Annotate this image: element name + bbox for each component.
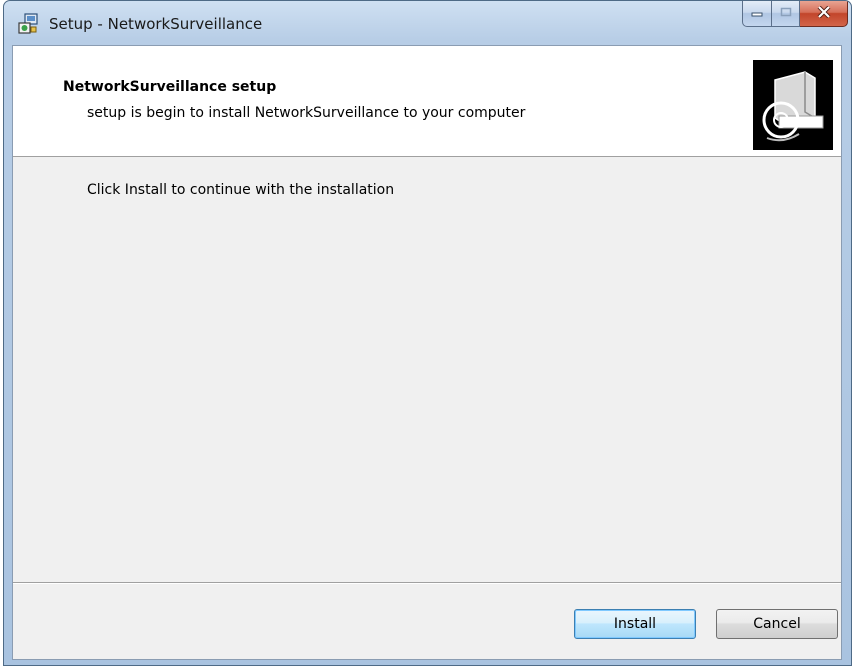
- close-button[interactable]: [800, 1, 848, 27]
- header-title: NetworkSurveillance setup: [63, 79, 277, 95]
- setup-window: Setup - NetworkSurveillance NetworkSurve…: [3, 0, 852, 666]
- title-bar[interactable]: Setup - NetworkSurveillance: [4, 1, 851, 45]
- header-subtitle: setup is begin to install NetworkSurveil…: [87, 105, 526, 121]
- install-button[interactable]: Install: [574, 609, 696, 639]
- instruction-text: Click Install to continue with the insta…: [87, 182, 395, 198]
- cancel-button[interactable]: Cancel: [716, 609, 838, 639]
- setup-app-icon: [17, 13, 39, 35]
- close-icon: [817, 5, 831, 22]
- maximize-icon: [780, 6, 792, 21]
- window-title: Setup - NetworkSurveillance: [49, 15, 263, 33]
- caption-buttons: [742, 1, 848, 27]
- maximize-button[interactable]: [772, 1, 800, 27]
- minimize-button[interactable]: [742, 1, 772, 27]
- wizard-content: NetworkSurveillance setup setup is begin…: [12, 45, 842, 660]
- bottom-separator: [13, 582, 841, 584]
- minimize-icon: [751, 6, 763, 21]
- computer-cd-icon: [753, 60, 833, 150]
- wizard-header: NetworkSurveillance setup setup is begin…: [13, 46, 841, 157]
